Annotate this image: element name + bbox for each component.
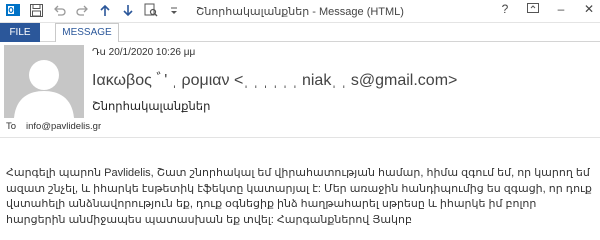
tab-file[interactable]: FILE (0, 23, 40, 42)
minimize-button[interactable]: – (554, 2, 568, 16)
window-controls: ? – ✕ (498, 2, 596, 16)
ribbon-display-icon[interactable] (526, 2, 540, 16)
sender-address[interactable]: Ιακωβος ﾞ' ˌ ρομιαν <ˌ ˌ ˌ ˌ ˌ ˌ niakˌ ˌ… (92, 66, 457, 90)
tab-message[interactable]: MESSAGE (55, 23, 119, 42)
message-subject: Շնորհակալանքներ (92, 101, 211, 113)
recipient-address[interactable]: info@pavlidelis.gr (26, 121, 101, 132)
title-bar: Շնորհակալանքներ - Message (HTML) ? – ✕ (0, 0, 600, 23)
to-label: To (6, 121, 17, 132)
message-date: Դս 20/1/2020 10:26 μμ (92, 47, 196, 58)
sender-avatar (4, 45, 84, 118)
message-body: Հարգելի պարոն Pavlidelis, Շատ շնորհակալ … (6, 167, 592, 226)
header-divider (0, 137, 600, 138)
help-button[interactable]: ? (498, 2, 512, 16)
close-button[interactable]: ✕ (582, 2, 596, 16)
ribbon-tabs: FILE MESSAGE (0, 23, 600, 42)
